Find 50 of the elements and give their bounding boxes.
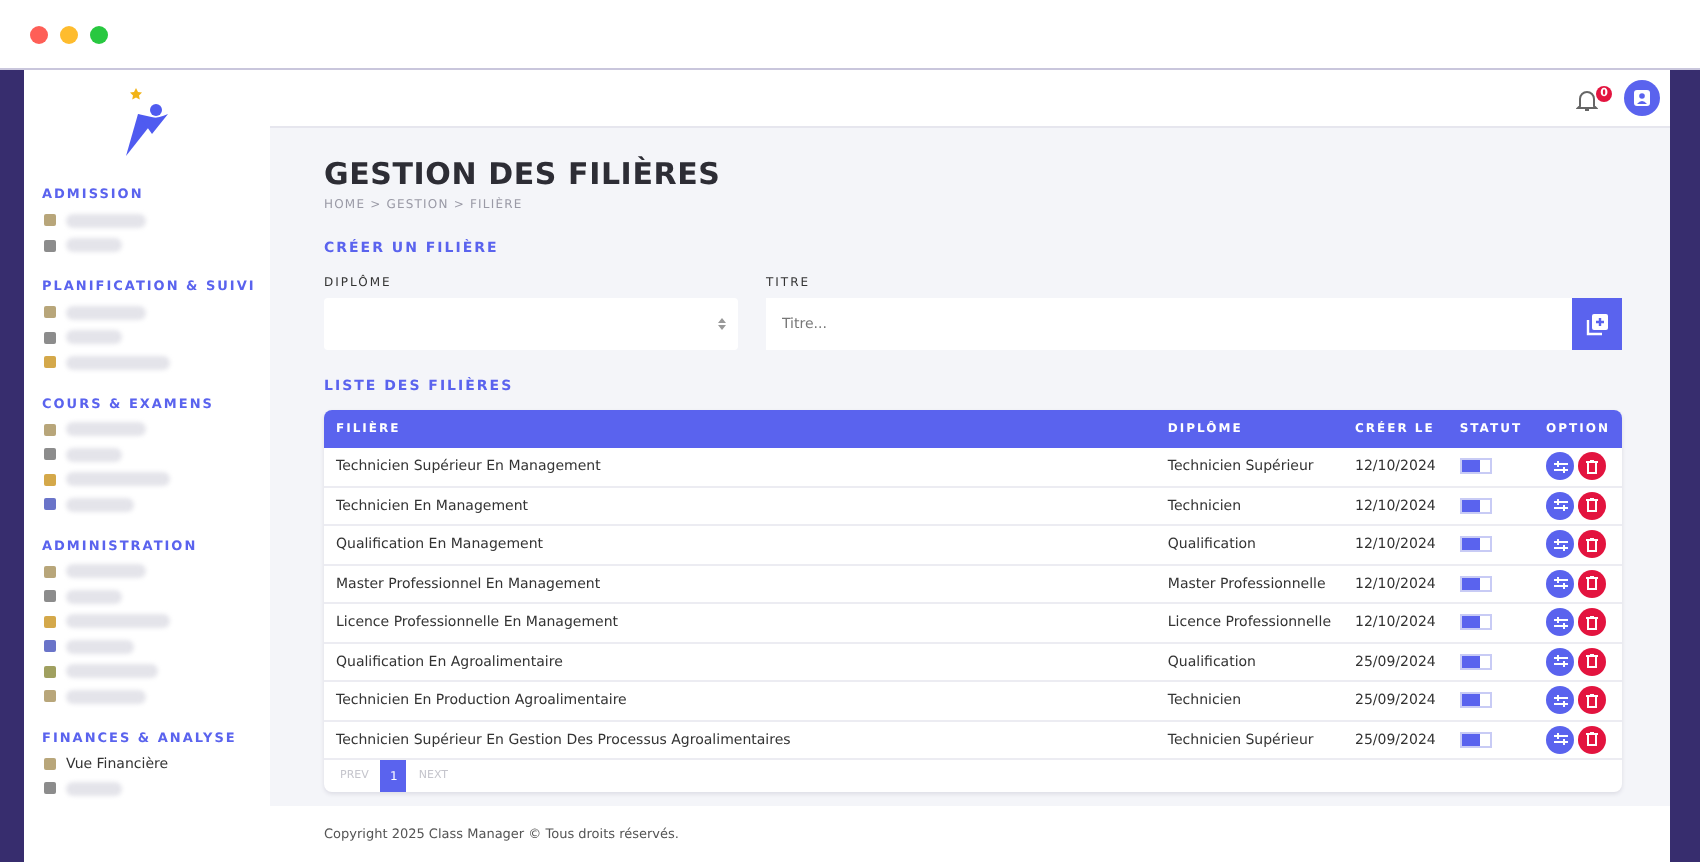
status-toggle[interactable] bbox=[1459, 731, 1492, 748]
page-title: GESTION DES FILIÈRES bbox=[324, 156, 723, 192]
maximize-window-dot[interactable] bbox=[90, 25, 108, 43]
sliders-icon bbox=[1553, 537, 1568, 552]
sliders-icon bbox=[1553, 654, 1568, 669]
edit-button[interactable] bbox=[1546, 452, 1575, 481]
status-toggle[interactable] bbox=[1459, 497, 1492, 514]
sliders-icon bbox=[1553, 693, 1568, 708]
logo-icon bbox=[120, 86, 172, 158]
sliders-icon bbox=[1553, 459, 1568, 474]
edit-button[interactable] bbox=[1546, 608, 1575, 637]
trash-icon bbox=[1586, 576, 1599, 591]
sliders-icon bbox=[1553, 576, 1568, 591]
delete-button[interactable] bbox=[1578, 725, 1607, 754]
edit-button[interactable] bbox=[1546, 569, 1575, 598]
trash-icon bbox=[1586, 654, 1599, 669]
trash-icon bbox=[1586, 693, 1599, 708]
status-toggle[interactable] bbox=[1459, 614, 1492, 631]
status-toggle[interactable] bbox=[1459, 536, 1492, 553]
status-toggle[interactable] bbox=[1459, 653, 1492, 670]
trash-icon bbox=[1586, 615, 1599, 630]
delete-button[interactable] bbox=[1578, 569, 1607, 598]
sliders-icon bbox=[1553, 615, 1568, 630]
status-toggle[interactable] bbox=[1459, 458, 1492, 475]
status-toggle[interactable] bbox=[1459, 692, 1492, 709]
close-window-dot[interactable] bbox=[30, 25, 48, 43]
delete-button[interactable] bbox=[1578, 530, 1607, 559]
trash-icon bbox=[1586, 498, 1599, 513]
add-copy-icon bbox=[1586, 313, 1608, 335]
delete-button[interactable] bbox=[1578, 686, 1607, 715]
bell-icon[interactable] bbox=[1576, 88, 1598, 114]
edit-button[interactable] bbox=[1546, 686, 1575, 715]
sort-caret-icon bbox=[718, 318, 726, 330]
edit-button[interactable] bbox=[1546, 725, 1575, 754]
delete-button[interactable] bbox=[1578, 647, 1607, 676]
sliders-icon bbox=[1553, 732, 1568, 747]
trash-icon bbox=[1586, 537, 1599, 552]
edit-button[interactable] bbox=[1546, 530, 1575, 559]
status-toggle[interactable] bbox=[1459, 575, 1492, 592]
edit-button[interactable] bbox=[1546, 491, 1575, 520]
trash-icon bbox=[1586, 459, 1599, 474]
delete-button[interactable] bbox=[1578, 491, 1607, 520]
trash-icon bbox=[1586, 732, 1599, 747]
sliders-icon bbox=[1553, 498, 1568, 513]
user-avatar-icon[interactable] bbox=[1624, 80, 1660, 116]
add-button[interactable] bbox=[1572, 298, 1622, 350]
delete-button[interactable] bbox=[1578, 452, 1607, 481]
delete-button[interactable] bbox=[1578, 608, 1607, 637]
minimize-window-dot[interactable] bbox=[60, 25, 78, 43]
edit-button[interactable] bbox=[1546, 647, 1575, 676]
